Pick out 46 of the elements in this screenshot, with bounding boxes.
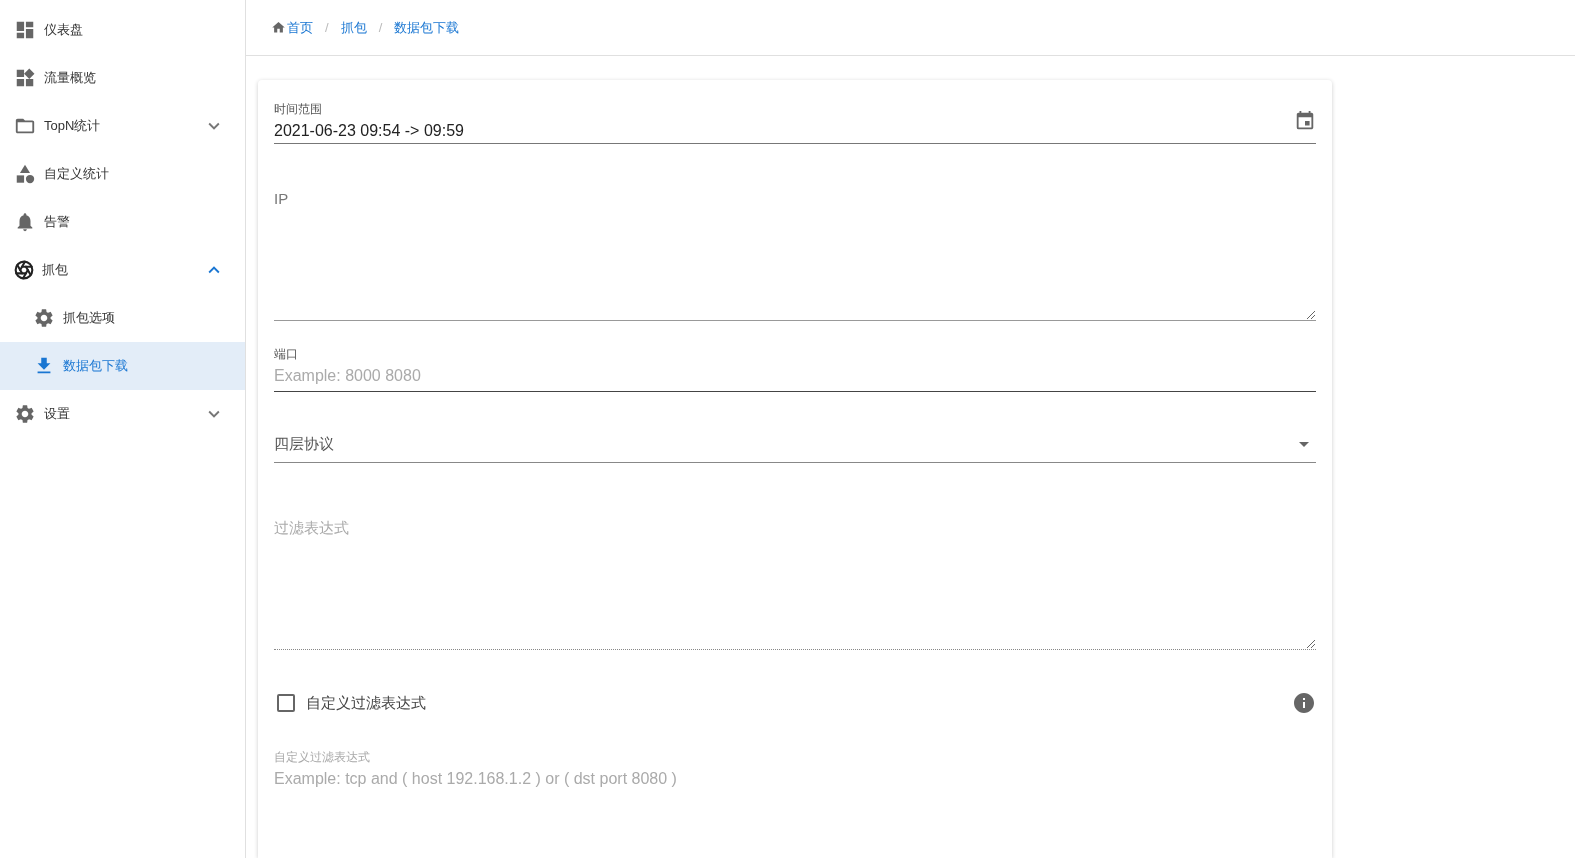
shapes-icon [14,163,36,185]
field-value: 2021-06-23 09:54 -> 09:59 [274,121,464,141]
home-icon[interactable] [271,20,286,35]
info-icon[interactable] [1292,691,1316,715]
nav-item[interactable]: 抓包选项 [0,294,245,342]
nav-label: 抓包选项 [63,309,116,328]
field-label: 四层协议 [274,433,334,454]
checkbox-label: 自定义过滤表达式 [306,692,427,713]
nav-item[interactable]: TopN统计 [0,102,245,150]
nav-label: 自定义统计 [44,165,110,184]
nav-item[interactable]: 自定义统计 [0,150,245,198]
nav-item[interactable]: 设置 [0,390,245,438]
breadcrumb-link[interactable]: 数据包下载 [394,17,460,38]
nav-label: 仪表盘 [44,21,84,40]
nav-label: 数据包下载 [63,357,129,376]
breadcrumb-link[interactable]: 首页 [287,17,313,38]
checkbox[interactable] [277,694,295,712]
settings-icon [14,403,36,425]
nav-label: 抓包 [42,261,69,280]
nav-label: 流量概览 [44,69,97,88]
dashboard-icon [14,19,36,41]
nav-label: 告警 [44,213,71,232]
nav-item[interactable]: 流量概览 [0,54,245,102]
resize-grip-icon[interactable] [1306,310,1315,319]
aperture-icon [14,260,34,280]
date-range-field[interactable]: 时间范围 2021-06-23 09:54 -> 09:59 [274,98,1316,144]
field-label: IP [274,189,290,209]
nav-label: TopN统计 [44,117,102,136]
nav-item[interactable]: 仪表盘 [0,6,245,54]
nav-item[interactable]: 抓包 [0,246,245,294]
field-label: 过滤表达式 [274,518,350,538]
nav-label: 设置 [44,405,71,424]
nav-item[interactable]: 告警 [0,198,245,246]
breadcrumb-separator: / [325,18,329,37]
input-field: Example: tcp and ( host 192.168.1.2 ) or ( dst port 8080 ) [274,766,1316,795]
breadcrumb-separator: / [378,18,383,37]
settings-icon [33,307,55,329]
widgets-icon [14,67,36,89]
nav-item[interactable]: 数据包下载 [0,342,245,390]
calendar-icon[interactable] [1294,110,1316,132]
breadcrumb-link[interactable]: 抓包 [340,17,367,38]
field-label: 自定义过滤表达式 [274,749,371,766]
textarea-field[interactable]: IP [274,174,1316,321]
field-label: 端口 [274,346,299,363]
field-label: 时间范围 [274,101,323,118]
select-field[interactable]: 四层协议 [274,426,1316,463]
